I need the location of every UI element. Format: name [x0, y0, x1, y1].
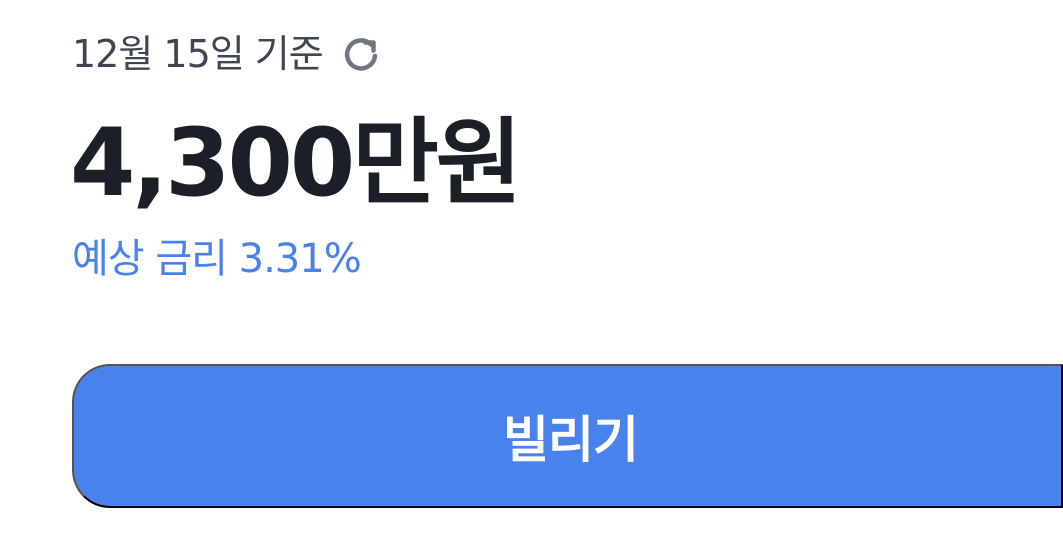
- as-of-row: 12월 15일 기준: [72, 28, 383, 80]
- as-of-date-text: 12월 15일 기준: [72, 32, 324, 76]
- expected-interest-rate: 예상 금리 3.31%: [72, 236, 362, 282]
- refresh-icon[interactable]: [339, 32, 383, 76]
- loan-amount: 4,300만원: [70, 109, 522, 218]
- borrow-button[interactable]: 빌리기: [72, 364, 1063, 508]
- loan-offer-card: 12월 15일 기준 4,300만원 예상 금리 3.31% 빌리기: [0, 0, 1063, 538]
